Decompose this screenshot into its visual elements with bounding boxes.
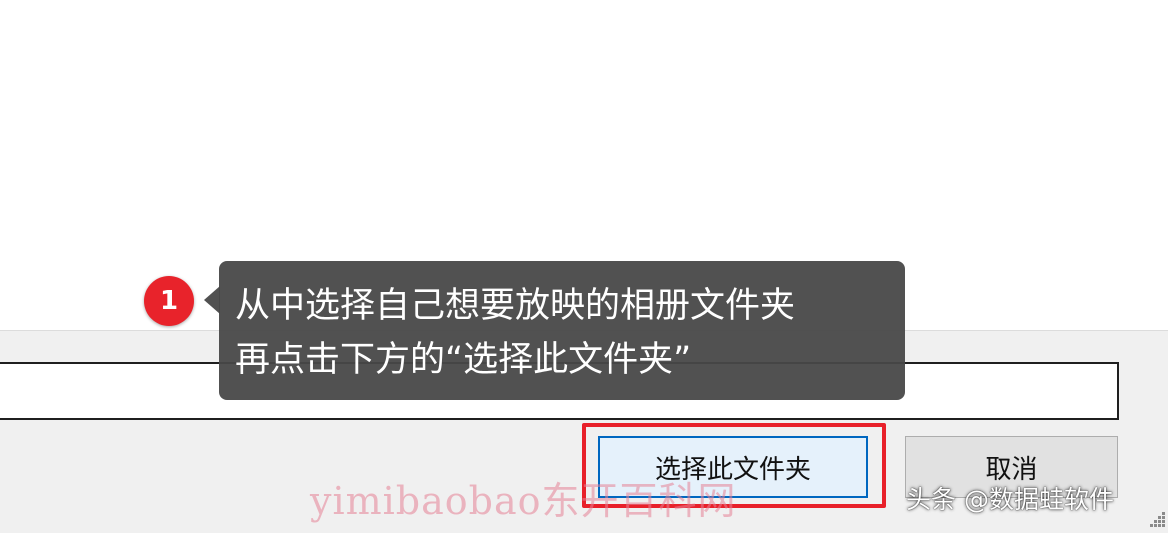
tooltip-line-2: 再点击下方的“选择此文件夹” <box>235 340 692 380</box>
resize-grip-icon[interactable] <box>1150 512 1166 528</box>
step-number-badge: 1 <box>144 276 194 326</box>
source-credit: 头条 @数据蛙软件 <box>906 485 1114 514</box>
watermark-text: yimibaobao东开百科网 <box>310 479 737 523</box>
instruction-tooltip: 从中选择自己想要放映的相册文件夹 再点击下方的“选择此文件夹” <box>219 261 905 400</box>
tooltip-arrow <box>204 286 220 314</box>
tooltip-line-1: 从中选择自己想要放映的相册文件夹 <box>235 286 796 326</box>
